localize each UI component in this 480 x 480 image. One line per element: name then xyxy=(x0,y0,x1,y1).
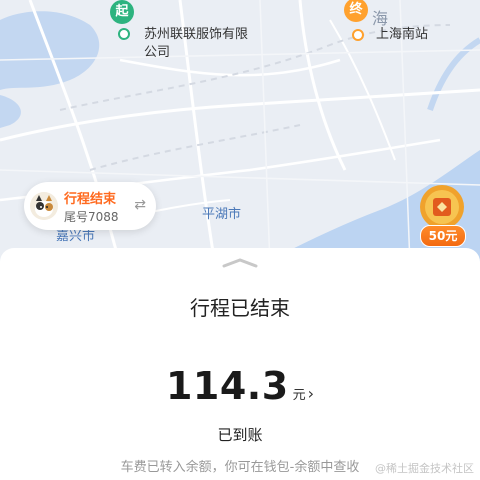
trip-status: 行程结束 xyxy=(64,192,117,207)
payment-status: 已到账 xyxy=(217,426,263,444)
start-label-line2: 公司 xyxy=(144,45,171,60)
collapse-handle-icon[interactable] xyxy=(222,258,258,268)
start-dot xyxy=(118,28,130,40)
coupon-widget[interactable]: 50元 xyxy=(414,183,470,249)
fare-unit: 元 xyxy=(292,388,306,403)
chevron-right-icon[interactable]: › xyxy=(308,384,314,403)
end-location-label: 上海南站 xyxy=(376,27,429,42)
plate-number: 尾号7088 xyxy=(64,210,119,224)
trip-status-pill[interactable]: 行程结束 尾号7088 ⇄ xyxy=(24,182,156,230)
fare-row[interactable]: 114.3 元 › xyxy=(0,364,480,408)
swap-icon[interactable]: ⇄ xyxy=(134,197,146,213)
end-dot xyxy=(352,29,364,41)
driver-avatar xyxy=(30,192,58,220)
district-label: 平湖市 xyxy=(202,207,242,222)
watermark: @稀土掘金技术社区 xyxy=(375,462,474,475)
partial-district-label: 嘉兴市 xyxy=(56,229,96,244)
fare-amount: 114.3 xyxy=(165,364,289,408)
page-title: 行程已结束 xyxy=(190,296,290,320)
start-label-line1: 苏州联联服饰有限 xyxy=(144,27,249,42)
map-view[interactable]: 起 苏州联联服饰有限 公司 终 海 上海南站 平湖市 嘉兴市 行程结束 尾号70… xyxy=(0,0,480,265)
start-pin: 起 xyxy=(110,0,134,24)
trip-summary-sheet: 行程已结束 114.3 元 › 已到账 车费已转入余额，你可在钱包-余额中查收 xyxy=(0,248,480,480)
coupon-badge: 50元 xyxy=(420,225,466,247)
start-location-label: 苏州联联服饰有限 公司 xyxy=(144,26,248,62)
